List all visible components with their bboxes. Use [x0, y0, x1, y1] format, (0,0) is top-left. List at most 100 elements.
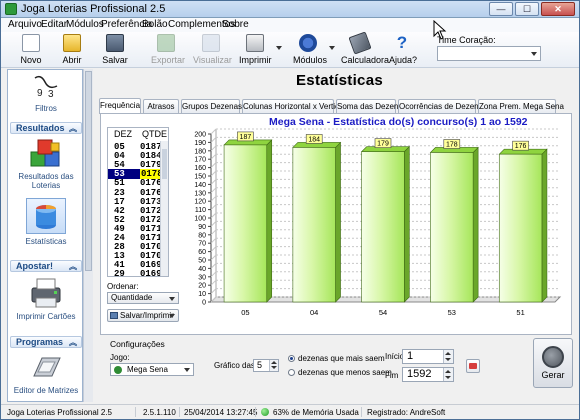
grafico-label: Gráfico das [214, 361, 255, 370]
radio-more-frequent[interactable]: dezenas que mais saem [288, 354, 385, 363]
sidebar: 9 3 Filtros Resultados ︽ Resultados das … [7, 69, 83, 402]
y-tick-label: 0 [202, 300, 206, 307]
collapse-icon: ︽ [69, 124, 77, 133]
menu-sobre[interactable]: Sobre [222, 19, 249, 30]
status-version: 2.5.1.110 [143, 408, 176, 417]
y-tick-label: 120 [194, 199, 206, 206]
memory-status-icon [261, 408, 269, 416]
new-button[interactable]: Novo [19, 34, 43, 65]
y-tick-label: 60 [198, 249, 206, 256]
close-button[interactable]: ✕ [541, 2, 575, 16]
sidebar-item-resultados-das-loterias[interactable]: Resultados das Loterias [8, 138, 82, 194]
radio-less-frequent[interactable]: dezenas que menos saem [288, 368, 392, 377]
bar-side [404, 145, 410, 303]
bar-side [541, 148, 548, 303]
save-print-button[interactable]: Salvar/Imprimir [107, 309, 179, 322]
tab-zona-prem-mega-sena[interactable]: Zona Prem. Mega Sena [478, 99, 564, 113]
bar-side [335, 141, 341, 303]
data-label: 184 [308, 136, 320, 143]
bar [361, 151, 405, 303]
x-tick-label: 53 [448, 308, 456, 317]
cubes-icon [30, 139, 60, 167]
y-tick-label: 200 [194, 132, 206, 139]
print-button[interactable]: Imprimir [239, 34, 272, 65]
menu-editar[interactable]: Editar [41, 19, 67, 30]
sidebar-item-editor-de-matrizes[interactable]: Editor de Matrizes [8, 352, 82, 401]
svg-text:9: 9 [37, 88, 43, 99]
sidebar-item-imprimir-cartoes[interactable]: Imprimir Cartões [8, 276, 82, 328]
list-scrollbar[interactable] [160, 141, 168, 276]
time-coracao-select[interactable] [437, 46, 541, 61]
collapse-icon: ︽ [69, 262, 77, 271]
menu-modulos[interactable]: Módulos [66, 19, 104, 30]
tab-soma-das-dezenas[interactable]: Soma das Dezenas [336, 99, 407, 113]
fim-stepper[interactable]: 1592 [402, 367, 454, 382]
calculator-button[interactable]: Calculadora [341, 31, 389, 65]
status-registered: Registrado: AndreSoft [367, 408, 446, 417]
new-document-icon [22, 34, 40, 52]
chevron-down-icon [531, 52, 537, 56]
jogo-label: Jogo: [110, 353, 130, 362]
tab-frequencia[interactable]: Frequência [99, 98, 141, 114]
bar [498, 153, 543, 303]
fim-label: Fim [385, 371, 399, 380]
y-tick-label: 140 [194, 182, 206, 189]
x-tick-label: 51 [516, 308, 524, 317]
modules-button[interactable]: Módulos [293, 34, 327, 65]
modules-dropdown-arrow[interactable] [329, 46, 335, 50]
save-button[interactable]: Salvar [101, 34, 129, 65]
range-reset-button[interactable] [466, 359, 480, 373]
gerar-button[interactable]: Gerar [533, 338, 573, 388]
floppy-disk-icon [106, 34, 124, 52]
tab-colunas-horizontal-vertical[interactable]: Colunas Horizontal x Vertical [242, 99, 345, 113]
minimize-button[interactable]: — [489, 2, 513, 16]
list-item-qtde: 0169 [140, 269, 162, 277]
tab-grupos-dezenas[interactable]: Grupos Dezenas [181, 99, 242, 113]
data-label: 176 [515, 143, 527, 150]
sidebar-group-apostar[interactable]: Apostar! ︽ [10, 260, 82, 272]
spin-up-icon [271, 361, 277, 364]
tab-ocorrencias-de-dezenas[interactable]: Ocorrências de Dezenas [398, 99, 487, 113]
preview-button[interactable]: Visualizar [193, 34, 232, 65]
printer-icon [246, 34, 264, 52]
column-header-dez: DEZ [114, 129, 132, 139]
y-tick-label: 180 [194, 148, 206, 155]
sidebar-scrollbar[interactable] [83, 69, 93, 402]
y-tick-label: 80 [198, 232, 206, 239]
ordenar-select[interactable]: Quantidade [107, 292, 179, 304]
bar [223, 144, 268, 303]
sidebar-group-resultados[interactable]: Resultados ︽ [10, 122, 82, 134]
x-tick-label: 05 [241, 308, 249, 317]
status-app: Joga Loterias Profissional 2.5 [7, 408, 112, 417]
y-tick-label: 110 [195, 207, 206, 214]
menu-arquivo[interactable]: Arquivo [8, 19, 42, 30]
sidebar-item-estatisticas[interactable]: Estatísticas [8, 198, 82, 250]
spin-up-icon [445, 370, 451, 373]
y-tick-label: 20 [198, 283, 206, 290]
tab-atrasos[interactable]: Atrasos [143, 99, 179, 113]
maximize-button[interactable]: ☐ [515, 2, 539, 16]
inicio-stepper[interactable]: 1 [402, 349, 454, 364]
frequency-list[interactable]: DEZ QTDE 05 0187 04 0184 54 0179 53 0178 51 0176 2… [107, 127, 169, 277]
data-label: 178 [446, 141, 458, 148]
grafico-count-stepper[interactable]: 5 [253, 359, 279, 372]
help-button[interactable]: ? Ajuda? [389, 34, 417, 66]
scrollbar-thumb[interactable] [162, 149, 167, 179]
scrollbar-thumb[interactable] [85, 71, 92, 271]
bar-side [266, 139, 273, 303]
menu-bar: Arquivo Editar Módulos Preferência Bolão… [1, 18, 579, 32]
preview-icon [202, 34, 220, 52]
export-button[interactable]: Exportar [151, 34, 185, 65]
main-content: Estatísticas Estatísticas Frequência Atr… [93, 69, 579, 402]
jogo-select[interactable]: Mega Sena [110, 363, 194, 376]
sidebar-item-filtros[interactable]: 9 3 Filtros [8, 72, 82, 116]
menu-bolao[interactable]: Bolão [142, 19, 168, 30]
open-button[interactable]: Abrir [59, 34, 85, 65]
list-item[interactable]: 29 0169 [108, 269, 162, 277]
sidebar-group-programas[interactable]: Programas ︽ [10, 336, 82, 348]
config-label: Configurações [110, 339, 165, 349]
app-icon [5, 3, 17, 15]
title-bar[interactable]: Joga Loterias Profissional 2.5 — ☐ ✕ [1, 1, 579, 18]
print-dropdown-arrow[interactable] [276, 46, 282, 50]
status-datetime: 25/04/2014 13:27:45 [184, 408, 258, 417]
